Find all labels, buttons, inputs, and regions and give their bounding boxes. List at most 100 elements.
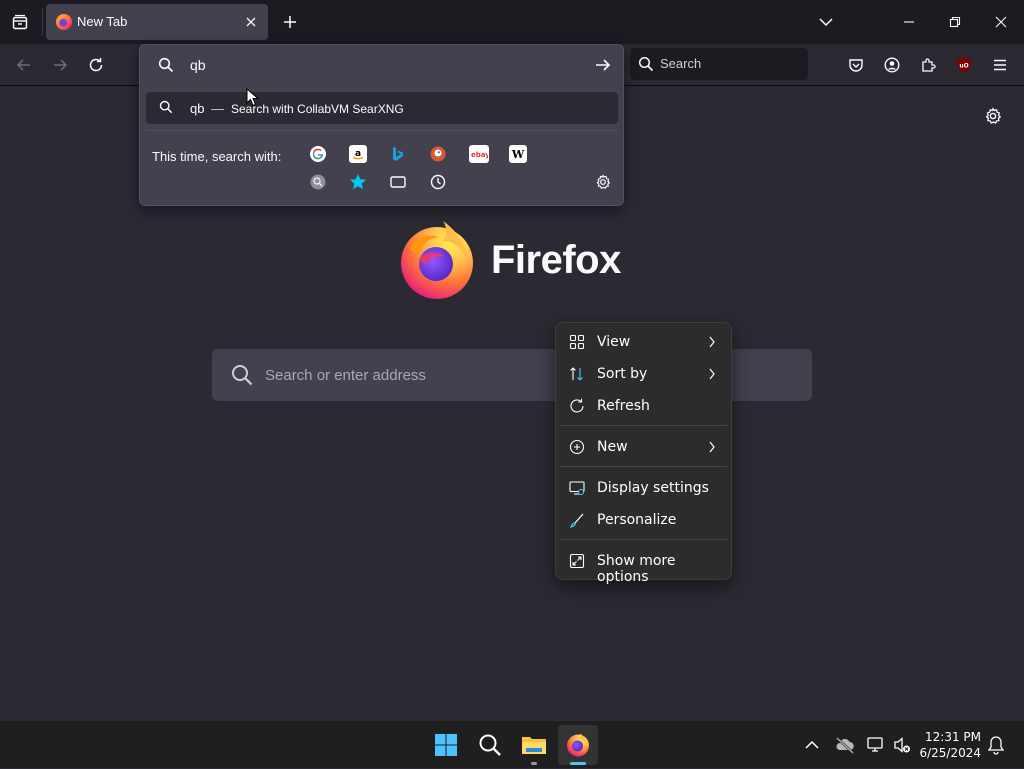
context-menu-view[interactable]: View — [560, 327, 727, 357]
amazon-icon: a — [352, 149, 364, 160]
extensions-button[interactable] — [916, 53, 940, 77]
tab-icon — [390, 176, 406, 188]
bing-icon — [393, 147, 403, 161]
plus-icon — [284, 16, 296, 28]
firefox-logo — [397, 219, 479, 301]
clock-button[interactable]: 12:31 PM 6/25/2024 — [905, 721, 983, 769]
account-button[interactable] — [880, 53, 904, 77]
app-menu-button[interactable] — [988, 53, 1012, 77]
file-explorer-button[interactable] — [514, 725, 554, 765]
back-button[interactable] — [12, 53, 36, 77]
arrow-right-icon[interactable] — [594, 56, 612, 74]
firefox-view-button[interactable] — [8, 10, 32, 34]
firefox-view-icon — [12, 14, 28, 30]
search-icon — [638, 56, 654, 72]
menu-icon — [994, 59, 1006, 71]
context-menu-label: New — [597, 439, 628, 455]
context-menu-separator — [560, 425, 727, 426]
urlbar-result-row[interactable]: qb — Search with CollabVM SearXNG — [146, 92, 618, 124]
gear-icon — [985, 107, 1001, 124]
customize-button[interactable] — [982, 105, 1004, 127]
tab-title: New Tab — [77, 14, 128, 29]
close-icon — [995, 16, 1007, 28]
search-settings-button[interactable] — [594, 173, 612, 191]
new-tab-button[interactable] — [280, 12, 300, 32]
tab-close-button[interactable] — [242, 13, 260, 31]
svg-text:a: a — [355, 149, 361, 159]
ebay-icon: ebay — [471, 151, 488, 159]
bing-engine-button[interactable] — [389, 145, 407, 163]
chevron-up-icon — [805, 740, 819, 749]
context-menu-separator — [560, 539, 727, 540]
list-all-tabs-button[interactable] — [816, 12, 836, 32]
urlbar[interactable]: qb — [140, 45, 623, 85]
reload-button[interactable] — [84, 53, 108, 77]
refresh-icon — [570, 398, 584, 413]
search-icon — [479, 734, 501, 756]
firefox-active-indicator — [570, 762, 586, 765]
mouse-cursor-icon — [246, 88, 260, 107]
minimize-button[interactable] — [897, 10, 921, 34]
desktop-context-menu: View Sort by Refresh New Display setting… — [555, 322, 732, 585]
context-menu-show-more-options[interactable]: Show more options — [560, 546, 727, 585]
firefox-logo-icon — [401, 221, 473, 299]
windows-icon — [435, 734, 457, 756]
tabs-mode-button[interactable] — [389, 173, 407, 191]
newtab-search-placeholder: Search or enter address — [265, 367, 426, 384]
context-menu-sort-by[interactable]: Sort by — [560, 359, 727, 389]
display-icon — [569, 481, 585, 496]
close-window-button[interactable] — [989, 10, 1013, 34]
context-menu-label: Show more options — [597, 553, 676, 585]
context-menu-personalize[interactable]: Personalize — [560, 505, 727, 535]
context-menu-label: Refresh — [597, 398, 650, 414]
grid-icon — [569, 334, 585, 350]
firefox-icon — [56, 14, 72, 30]
firefox-icon — [567, 733, 589, 757]
searxng-icon — [310, 174, 326, 190]
urlbar-input[interactable]: qb — [190, 57, 206, 73]
show-hidden-icons-button[interactable] — [803, 736, 821, 754]
context-menu-display-settings[interactable]: Display settings — [560, 473, 727, 503]
svg-text:uO: uO — [959, 63, 968, 70]
forward-icon — [54, 59, 68, 71]
google-engine-button[interactable] — [309, 145, 327, 163]
pocket-button[interactable] — [844, 53, 868, 77]
gear-icon — [596, 174, 611, 189]
plus-circle-icon — [569, 439, 585, 455]
search-bar[interactable]: Search — [630, 48, 808, 80]
onedrive-button[interactable] — [835, 736, 855, 754]
sort-icon — [570, 367, 583, 381]
amazon-engine-button[interactable]: a — [349, 145, 367, 163]
tab-divider — [42, 8, 43, 36]
extensions-icon — [922, 58, 936, 72]
tab-new-tab[interactable]: New Tab — [46, 4, 268, 40]
notifications-button[interactable] — [987, 735, 1005, 755]
history-mode-button[interactable] — [429, 173, 447, 191]
ublock-button[interactable]: uO — [952, 53, 976, 77]
start-button[interactable] — [426, 725, 466, 765]
urlbar-dropdown: qb qb — Search with CollabVM SearXNG Thi… — [139, 44, 624, 206]
forward-button[interactable] — [48, 53, 72, 77]
firefox-taskbar-button[interactable] — [558, 725, 598, 765]
brush-icon — [570, 513, 584, 528]
chevron-right-icon — [709, 336, 715, 348]
bookmarks-mode-button[interactable] — [349, 173, 367, 191]
wikipedia-engine-button[interactable]: W — [509, 145, 527, 163]
context-menu-label: Display settings — [597, 480, 709, 496]
wikipedia-icon: W — [511, 148, 525, 161]
searxng-engine-button[interactable] — [309, 173, 327, 191]
account-icon — [884, 57, 900, 73]
duckduckgo-icon — [430, 146, 446, 162]
ublock-icon: uO — [957, 57, 971, 73]
context-menu-refresh[interactable]: Refresh — [560, 391, 727, 421]
taskbar-search-button[interactable] — [470, 725, 510, 765]
context-menu-new[interactable]: New — [560, 432, 727, 462]
svg-text:ebay: ebay — [471, 151, 488, 159]
chevron-right-icon — [709, 441, 715, 453]
duckduckgo-engine-button[interactable] — [429, 145, 447, 163]
network-button[interactable] — [866, 735, 886, 755]
ebay-engine-button[interactable]: ebay — [469, 145, 489, 163]
oneoff-label: This time, search with: — [152, 149, 282, 164]
restore-button[interactable] — [943, 10, 967, 34]
svg-text:W: W — [511, 148, 525, 161]
